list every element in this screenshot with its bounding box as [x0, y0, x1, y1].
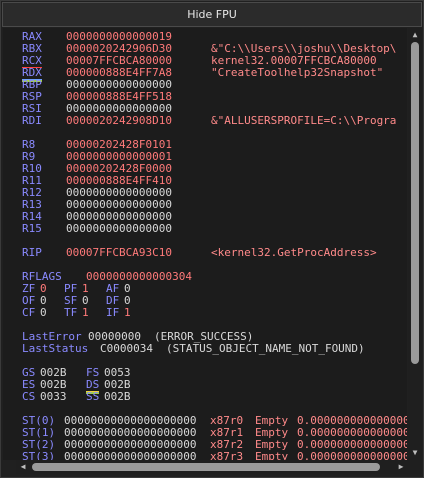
- vertical-scrollbar[interactable]: ▲ ▼: [408, 28, 422, 460]
- register-row-rdi[interactable]: RDI 0000020242908D10 &"ALLUSERSPROFILE=C:\…: [22, 115, 407, 127]
- scroll-up-icon[interactable]: ▲: [408, 28, 422, 42]
- register-row-r15[interactable]: R15 0000000000000000: [22, 223, 407, 235]
- segment-name: CS: [22, 390, 36, 403]
- hide-fpu-button[interactable]: Hide FPU: [2, 2, 422, 27]
- segments-row[interactable]: ES 002B DS 002B: [22, 379, 407, 392]
- fpu-row-st3[interactable]: ST(3) 00000000000000000000 x87r3 Empty 0.000…: [22, 450, 407, 461]
- flag-value[interactable]: 0: [40, 307, 47, 319]
- segment-name: SS: [86, 390, 100, 403]
- flag-name: CF: [22, 306, 36, 319]
- register-view[interactable]: RAX 0000000000000019 RBX 0000020242906D30 &"…: [3, 28, 407, 460]
- fpu-tag: Empty: [255, 450, 289, 461]
- fpu-register: x87r3: [210, 450, 244, 461]
- register-name: RDI: [22, 114, 42, 127]
- register-name: R15: [22, 222, 42, 235]
- fpu-name: ST(3): [22, 450, 56, 461]
- vertical-scroll-thumb[interactable]: [411, 42, 419, 364]
- fpu-value[interactable]: 00000000000000000000: [64, 451, 196, 461]
- segment-value[interactable]: 002B: [104, 391, 131, 403]
- last-status-label: LastStatus: [22, 342, 89, 355]
- segments-row[interactable]: CS 0033 SS 002B: [22, 391, 407, 403]
- scroll-right-icon[interactable]: ▶: [394, 460, 408, 474]
- flag-value[interactable]: 1: [82, 307, 89, 319]
- flag-value[interactable]: 1: [124, 307, 131, 319]
- flags-row[interactable]: ZF 0 PF 1 AF 0: [22, 283, 407, 295]
- register-row-rip[interactable]: RIP 00007FFCBCA93C10 <kernel32.GetProcAddr…: [22, 247, 407, 259]
- register-value[interactable]: 0000020242908D10: [66, 115, 172, 127]
- register-value[interactable]: 00007FFCBCA93C10: [66, 247, 172, 259]
- last-status-row[interactable]: LastStatus C0000034 (STATUS_OBJECT_NAME_NO…: [22, 343, 407, 355]
- segment-value[interactable]: 0033: [40, 391, 67, 403]
- flags-row[interactable]: OF 0 SF 0 DF 0: [22, 295, 407, 307]
- last-status-desc: (STATUS_OBJECT_NAME_NOT_FOUND): [166, 342, 365, 355]
- register-value[interactable]: 0000000000000304: [86, 271, 192, 283]
- scroll-left-icon[interactable]: ◀: [16, 460, 30, 474]
- register-comment: <kernel32.GetProcAddress>: [211, 246, 377, 259]
- fpu-float: 0.000000000000000: [297, 450, 407, 461]
- flag-name: IF: [106, 306, 120, 319]
- flags-row[interactable]: CF 0 TF 1 IF 1: [22, 307, 407, 319]
- scrollbar-corner: [408, 460, 422, 474]
- last-status-value[interactable]: C0000034: [100, 343, 153, 355]
- register-comment: "CreateToolhelp32Snapshot": [211, 66, 384, 79]
- scroll-down-icon[interactable]: ▼: [408, 446, 422, 460]
- flag-name: TF: [64, 306, 78, 319]
- register-name: RIP: [22, 246, 42, 259]
- horizontal-scroll-thumb[interactable]: [32, 463, 380, 471]
- register-comment: &"ALLUSERSPROFILE=C:\\Progra: [211, 114, 397, 127]
- register-value[interactable]: 0000000000000000: [66, 223, 172, 235]
- segments-row[interactable]: GS 002B FS 0053: [22, 367, 407, 379]
- register-row-rflags[interactable]: RFLAGS 0000000000000304: [22, 271, 407, 283]
- horizontal-scrollbar[interactable]: ◀ ▶: [16, 460, 408, 474]
